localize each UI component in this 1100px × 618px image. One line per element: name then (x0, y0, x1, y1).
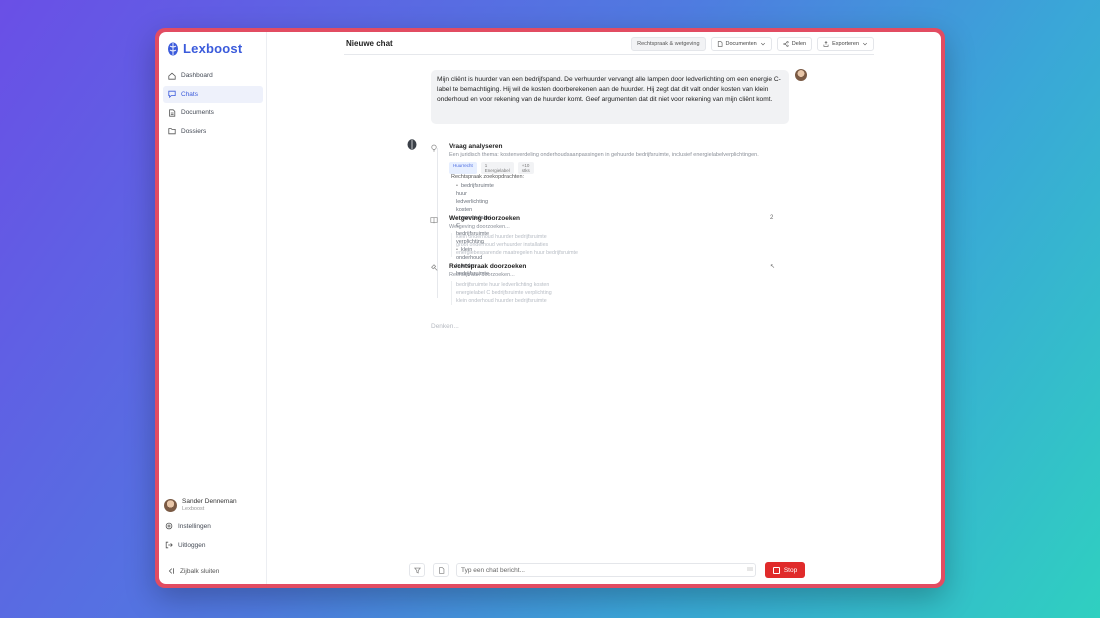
sidebar-item-label: Dossiers (181, 127, 207, 135)
tag: +10 stks (517, 162, 534, 174)
share-button[interactable]: Delen (776, 37, 813, 51)
filter-icon (413, 567, 421, 573)
thinking-indicator: Denken... (431, 323, 459, 330)
message-avatar (795, 69, 807, 81)
user-message-text: Mijn cliënt is huurder van een bedrijfsp… (437, 76, 781, 103)
export-icon (823, 41, 829, 47)
list-item: bedrijfsruimte huur ledverlichting koste… (456, 182, 494, 214)
sidebar-item-documents[interactable]: Documents (163, 104, 263, 121)
stop-label: Stop (783, 566, 798, 574)
mode-label: Rechtspraak & wetgeving (637, 41, 700, 47)
logout-label: Uitloggen (178, 541, 206, 549)
tag: 1 Energielabel (480, 162, 514, 174)
list-item: klein onderhoud huurder bedrijfsruimte (456, 298, 547, 304)
document-icon (438, 566, 444, 574)
documents-dropdown-button[interactable]: Documenten (710, 37, 772, 51)
list-item: energiebesparende maatregelen huur bedri… (456, 250, 578, 256)
page-title: Nieuwe chat (346, 39, 393, 48)
list-item: energielabel C bedrijfsruimte verplichti… (456, 290, 552, 296)
sidebar-item-chats[interactable]: Chats (163, 85, 263, 103)
logo-text: Lexboost (183, 41, 243, 56)
settings-link[interactable]: Instellingen (165, 522, 211, 530)
home-icon (168, 72, 176, 80)
chat-icon (168, 90, 176, 98)
book-icon (430, 217, 438, 224)
sidebar-item-dashboard[interactable]: Dashboard (163, 67, 263, 84)
list-item: klein onderhoud huurder bedrijfsruimte (456, 234, 547, 240)
document-icon (169, 108, 176, 117)
search-results-list: klein onderhoud huurder bedrijfsruimte g… (451, 233, 581, 257)
stop-button[interactable]: Stop (765, 562, 805, 578)
logout-icon (165, 541, 173, 549)
gavel-icon (431, 264, 438, 271)
step-title: Rechtspraak doorzoeken (449, 263, 527, 270)
step-tags: Huurrecht 1 Energielabel +10 stks (449, 162, 534, 174)
document-icon (717, 41, 722, 47)
collapse-sidebar-button[interactable]: Zijbalk sluiten (167, 567, 219, 575)
header-actions: Rechtspraak & wetgeving Documenten Delen… (631, 37, 874, 51)
lexboost-logo-icon (168, 42, 178, 55)
user-message-bubble: Mijn cliënt is huurder van een bedrijfsp… (431, 70, 789, 124)
sidebar: Lexboost Dashboard Chats Documents Dossi… (159, 32, 267, 584)
user-name: Sander Denneman (182, 498, 237, 505)
mode-selector-button[interactable]: Rechtspraak & wetgeving (631, 37, 706, 51)
sidebar-item-label: Dashboard (181, 72, 213, 79)
folder-icon (168, 128, 176, 135)
documents-label: Documenten (725, 41, 757, 47)
chat-header: Nieuwe chat Rechtspraak & wetgeving Docu… (344, 32, 874, 55)
step-title: Vraag analyseren (449, 143, 503, 150)
step-title: Wetgeving doorzoeken (449, 215, 521, 222)
sidebar-nav: Dashboard Chats Documents Dossiers (163, 67, 263, 141)
chevron-down-icon (760, 42, 765, 46)
app-window: Lexboost Dashboard Chats Documents Dossi… (159, 32, 941, 584)
settings-label: Instellingen (178, 522, 211, 530)
expand-step-button[interactable]: ↖ (770, 263, 775, 270)
user-profile[interactable]: Sander Denneman Lexboost (164, 498, 237, 512)
share-label: Delen (791, 41, 807, 47)
share-icon (783, 41, 789, 47)
step-count-badge: 2 (770, 215, 774, 221)
sidebar-item-dossiers[interactable]: Dossiers (163, 123, 263, 140)
tag: Huurrecht (449, 162, 477, 174)
list-item: groot onderhoud verhuurder installaties (456, 242, 549, 248)
collapse-icon (168, 568, 174, 574)
stop-icon (772, 566, 780, 574)
step-subtitle: Wetgeving doorzoeken... (449, 224, 510, 230)
logo[interactable]: Lexboost (167, 41, 242, 56)
export-dropdown-button[interactable]: Exporteren (817, 37, 874, 51)
user-org: Lexboost (182, 506, 205, 512)
search-queries-heading: Rechtspraak zoekopdrachten: (451, 174, 525, 180)
chevron-down-icon (862, 42, 868, 46)
drag-handle-icon[interactable] (747, 566, 753, 572)
attach-document-button[interactable] (433, 563, 449, 577)
app-window-frame: Lexboost Dashboard Chats Documents Dossi… (155, 28, 945, 588)
avatar (164, 498, 177, 512)
list-item: bedrijfsruimte huur ledverlichting koste… (456, 282, 550, 288)
logout-link[interactable]: Uitloggen (165, 541, 205, 549)
step-subtitle: Rechtspraak doorzoeken... (449, 272, 515, 278)
chat-message-input[interactable] (456, 563, 756, 577)
export-label: Exporteren (832, 41, 859, 47)
assistant-brain-icon (407, 139, 417, 150)
filter-button[interactable] (409, 563, 425, 577)
search-results-list: bedrijfsruimte huur ledverlichting koste… (451, 281, 581, 305)
lightbulb-icon (431, 144, 437, 152)
sidebar-item-label: Documents (181, 109, 214, 116)
sidebar-item-label: Chats (181, 90, 198, 98)
gear-icon (165, 522, 173, 530)
step-subtitle: Een juridisch thema: kostenverdeling ond… (449, 152, 759, 158)
collapse-label: Zijbalk sluiten (180, 567, 220, 575)
